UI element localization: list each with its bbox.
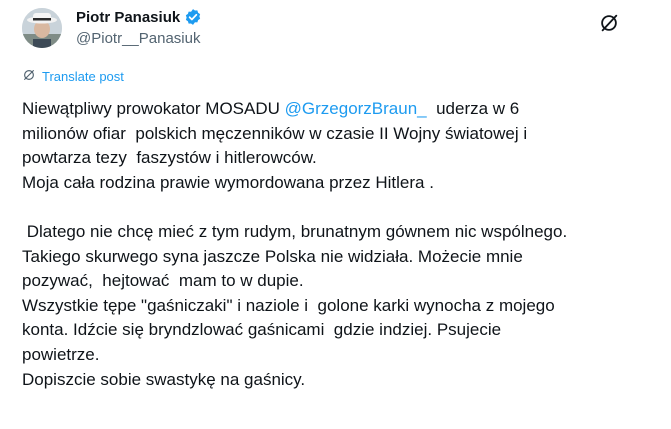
post-text-segment: Niewątpliwy prowokator MOSADU [22, 99, 285, 118]
author-name[interactable]: Piotr Panasiuk [76, 9, 180, 26]
avatar[interactable] [22, 8, 62, 48]
post-text-segment: uderza w 6 [426, 99, 520, 118]
post-line-9: Wszystkie tępe "gaśniczaki" i naziole i … [22, 295, 555, 315]
post-line-12: Dopiszcie sobie swastykę na gaśnicy. [22, 369, 306, 389]
avatar-image [22, 8, 62, 48]
post-line-8: pozywać, hejtować mam to w dupie. [22, 271, 304, 291]
post-text: Niewątpliwy prowokator MOSADU @GrzegorzB… [22, 97, 662, 392]
post-line-6: Dlatego nie chcę mieć z tym rudym, bruna… [22, 221, 568, 241]
post-line-10: konta. Idźcie się bryndzlować gaśnicami … [22, 320, 502, 340]
post-line-4: Moja cała rodzina prawie wymordowana prz… [22, 172, 434, 192]
post-line-11: powietrze. [22, 344, 100, 364]
translate-post-link[interactable]: Translate post [22, 68, 124, 85]
verified-badge-icon [184, 8, 202, 26]
post-line-5 [22, 195, 662, 220]
translate-label: Translate post [42, 69, 124, 84]
post-card: Piotr Panasiuk @Piotr__Panasiuk Translat… [0, 0, 671, 429]
author-name-row: Piotr Panasiuk [76, 8, 202, 26]
post-line-3: powtarza tezy faszystów i hitlerowców. [22, 148, 317, 168]
author-handle[interactable]: @Piotr__Panasiuk [76, 30, 200, 47]
grok-slash-circle-icon[interactable] [593, 7, 625, 39]
mention-link[interactable]: @GrzegorzBraun_ [285, 99, 427, 118]
post-line-1: Niewątpliwy prowokator MOSADU @GrzegorzB… [22, 97, 662, 122]
post-line-2: milionów ofiar polskich męczenników w cz… [22, 123, 528, 143]
translate-icon [22, 68, 36, 85]
post-line-7: Takiego skurwego syna jaszcze Polska nie… [22, 246, 523, 266]
